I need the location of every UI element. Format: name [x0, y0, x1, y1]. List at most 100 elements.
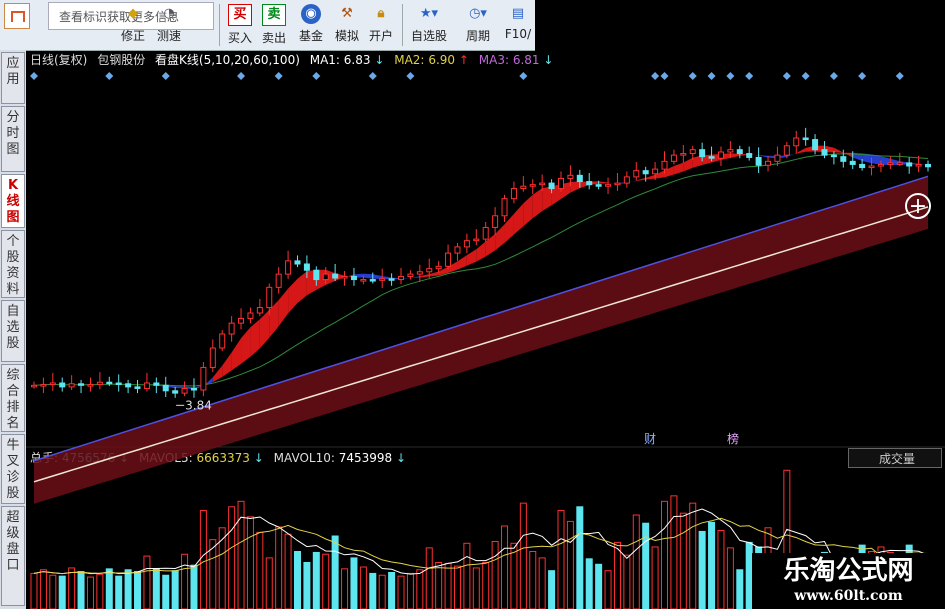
volume-bar	[566, 520, 574, 609]
open-account-label: 开户	[368, 29, 393, 43]
ma60-line	[33, 175, 929, 462]
volume-bar	[68, 567, 76, 609]
candle-body	[595, 184, 602, 187]
tab-super-quote[interactable]: 超级盘口	[1, 506, 25, 606]
volume-bar	[708, 521, 716, 609]
candle-body	[153, 382, 160, 386]
ribbon-segment	[636, 177, 646, 182]
candle-body	[322, 273, 329, 281]
volume-bar	[359, 566, 367, 609]
sell-button[interactable]: 卖 卖出	[258, 2, 290, 48]
tab-watchlist[interactable]: 自选股	[1, 300, 25, 362]
volume-bar	[482, 561, 490, 609]
ribbon-segment	[457, 255, 467, 270]
candle-body	[162, 384, 169, 392]
watchlist-button[interactable]: ★▾ 自选股	[406, 2, 452, 48]
candle-body	[266, 286, 273, 309]
candle-body	[802, 137, 809, 141]
finance-badge[interactable]: 财	[644, 430, 656, 447]
volume-bar	[538, 557, 546, 609]
candle-body	[642, 170, 649, 175]
modify-label: 修正	[120, 29, 145, 43]
period-text[interactable]: 日线(复权)	[30, 53, 87, 67]
event-marker-icon	[895, 72, 904, 80]
candle-body	[830, 154, 837, 158]
stock-chart[interactable]: 3.84	[26, 68, 945, 609]
open-account-button[interactable]: 🔒︎ 开户	[364, 2, 398, 48]
ribbon-segment	[419, 274, 430, 278]
tab-kline[interactable]: K线图	[1, 174, 25, 228]
candle-body	[379, 278, 386, 281]
volume-bar	[246, 516, 254, 609]
candle-body	[115, 382, 122, 385]
app-logo-icon[interactable]	[4, 3, 30, 29]
candle-body	[275, 273, 282, 288]
clock-icon: ◷▾	[469, 6, 487, 21]
event-marker-icon	[858, 72, 867, 80]
ma3-value: 6.81	[512, 53, 540, 67]
volume-bar	[529, 551, 537, 609]
left-tab-bar: 应用 分时图 K线图 个股资料 自选股 综合排名 牛叉诊股 超级盘口	[0, 50, 26, 609]
lock-icon: 🔒︎	[377, 6, 385, 21]
simulate-button[interactable]: ⚒ 模拟	[330, 2, 364, 48]
candle-body	[49, 382, 56, 386]
candle-body	[746, 153, 753, 158]
f10-button[interactable]: ▤ F10/	[502, 2, 534, 48]
candle-body	[96, 381, 103, 386]
event-marker-icon	[368, 72, 377, 80]
volume-bar	[406, 572, 414, 609]
candle-body	[256, 307, 263, 314]
candle-body	[303, 263, 310, 271]
candle-body	[369, 279, 376, 282]
candle-body	[238, 317, 245, 324]
tab-ranking[interactable]: 综合排名	[1, 364, 25, 432]
volume-bar	[501, 525, 509, 609]
candle-body	[915, 163, 922, 167]
volume-bar	[228, 506, 236, 609]
event-marker-icon	[237, 72, 246, 80]
candle-body	[586, 181, 593, 186]
indicator-name[interactable]: 看盘K线(5,10,20,60,100)	[155, 53, 300, 67]
volume-bar	[134, 571, 142, 609]
period-button[interactable]: ◷▾ 周期	[458, 2, 498, 48]
zoom-plus-button[interactable]: +	[905, 193, 931, 219]
candle-body	[567, 174, 574, 179]
candle-body	[689, 149, 696, 155]
volume-bar	[190, 564, 198, 609]
candle-body	[332, 273, 339, 279]
candle-body	[78, 383, 85, 386]
ma1-value: 6.83	[343, 53, 371, 67]
volume-bar	[341, 568, 349, 609]
candle-body	[407, 273, 414, 277]
tab-intraday[interactable]: 分时图	[1, 106, 25, 172]
tab-diagnosis[interactable]: 牛叉诊股	[1, 434, 25, 504]
modify-icon: ◆	[128, 6, 138, 21]
ma2-label: MA2:	[394, 53, 425, 67]
speed-test-button[interactable]: ◔ 测速	[153, 2, 185, 48]
volume-bar	[717, 530, 725, 609]
volume-bar	[265, 557, 273, 609]
modify-button[interactable]: ◆ 修正	[117, 2, 149, 48]
watermark-url: www.60lt.com	[794, 588, 903, 604]
ribbon-segment	[231, 338, 242, 371]
candle-body	[727, 149, 734, 153]
buy-button[interactable]: 买 买入	[224, 2, 256, 48]
candle-body	[482, 226, 489, 240]
tab-stock-info[interactable]: 个股资料	[1, 230, 25, 298]
event-marker-icon	[105, 72, 114, 80]
ribbon-segment	[288, 278, 298, 314]
event-marker-icon	[651, 72, 660, 80]
ribbon-segment	[570, 181, 580, 193]
ranking-badge[interactable]: 榜	[727, 430, 739, 447]
sell-label: 卖出	[261, 31, 286, 45]
ribbon-segment	[297, 271, 307, 304]
volume-bar	[557, 509, 565, 609]
volume-bar	[331, 535, 339, 609]
event-marker-icon	[406, 72, 415, 80]
volume-bar	[416, 569, 424, 609]
candle-body	[106, 381, 113, 385]
period-label: 周期	[465, 29, 490, 43]
fund-button[interactable]: ◉ 基金	[294, 2, 328, 48]
tab-apps[interactable]: 应用	[1, 52, 25, 104]
candle-body	[219, 333, 226, 349]
